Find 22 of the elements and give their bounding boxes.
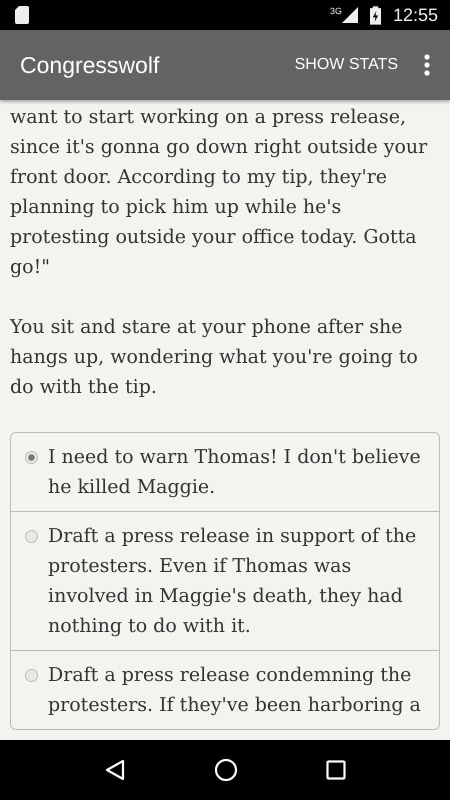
choice-text: I need to warn Thomas! I don't believe he killed Maggie. xyxy=(48,445,422,500)
choice-option[interactable]: Draft a press release condemning the protesters. If they've been harboring a xyxy=(11,651,439,729)
network-label: 3G xyxy=(330,6,342,16)
more-options-icon[interactable] xyxy=(424,54,430,76)
radio-button[interactable] xyxy=(25,530,38,543)
sd-card-icon xyxy=(15,6,29,24)
show-stats-button[interactable]: SHOW STATS xyxy=(290,50,402,80)
clock: 12:55 xyxy=(392,4,438,26)
radio-button[interactable] xyxy=(25,451,38,464)
app-title: Congresswolf xyxy=(20,52,160,78)
home-icon[interactable] xyxy=(214,758,238,782)
battery-charging-icon xyxy=(370,6,381,24)
story-paragraph: want to start working on a press release, since it's gonna go down right outside your front door. According to my tip, they're planning to pick him up while he's protesting outside your office today. Gotta go!" xyxy=(10,105,428,280)
choice-text: Draft a press release in support of the protesters. Even if Thomas was involved in Maggie's death, they had nothing to do with it. xyxy=(48,524,418,639)
recents-icon[interactable] xyxy=(326,760,346,780)
story-paragraph: You sit and stare at your phone after she hangs up, wondering what you're going to do with the tip. xyxy=(10,315,419,400)
choice-option[interactable]: Draft a press release in support of the protesters. Even if Thomas was involved in Maggie's death, they had nothing to do with it. xyxy=(11,512,439,651)
back-icon[interactable] xyxy=(104,759,126,781)
choice-text: Draft a press release condemning the protesters. If they've been harboring a xyxy=(48,663,422,718)
signal-icon xyxy=(342,7,358,23)
choice-option[interactable]: I need to warn Thomas! I don't believe he killed Maggie. xyxy=(11,433,439,512)
radio-button[interactable] xyxy=(25,669,38,682)
